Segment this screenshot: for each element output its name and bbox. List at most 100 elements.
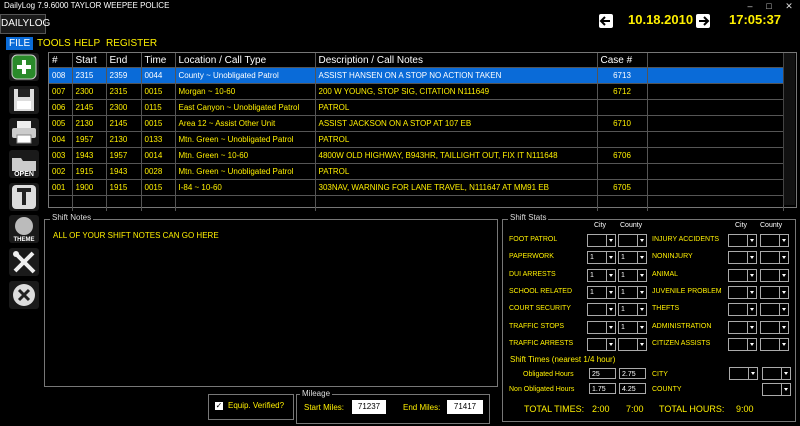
col-case-header[interactable]: Case # (597, 53, 648, 68)
text-button[interactable] (9, 183, 39, 211)
log-cell-time: 0015 (141, 179, 176, 196)
app-tab[interactable]: DAILYLOG (0, 14, 50, 34)
save-button[interactable] (9, 86, 39, 114)
col-end-header[interactable]: End (106, 53, 142, 68)
col-number-header[interactable]: # (49, 53, 73, 68)
stat-city-select[interactable] (728, 268, 757, 282)
log-row[interactable]: 006 2145 2300 0115 East Canyon ~ Unobligated… (49, 99, 784, 116)
stat-city-select[interactable] (587, 303, 616, 317)
stat-county-select[interactable]: 1 (618, 251, 647, 265)
stat-county-select[interactable] (760, 234, 789, 247)
stat-city-select[interactable] (587, 234, 616, 247)
log-table: # Start End Time Location / Call Type De… (49, 53, 784, 211)
obligated-city-input[interactable]: 25 (589, 368, 616, 379)
end-miles-input[interactable]: 71417 (447, 400, 483, 414)
stat-city-select-value (588, 341, 590, 348)
log-cell-num: 007 (49, 83, 73, 100)
equip-verified-checkbox[interactable]: ✓ (215, 402, 223, 410)
prev-date-button[interactable] (599, 14, 613, 28)
stat-city-select-value (729, 306, 731, 313)
col-start-header[interactable]: Start (72, 53, 107, 68)
log-row[interactable]: 004 1957 2130 0133 Mtn. Green ~ Unobligated … (49, 131, 784, 148)
stat-city-select[interactable] (728, 251, 757, 265)
tools-button[interactable] (9, 248, 39, 276)
nonobligated-county-input[interactable]: 4.25 (619, 383, 646, 394)
log-cell-filler (647, 67, 784, 84)
stat-county-select[interactable] (760, 251, 789, 265)
stat-city-select-value (729, 289, 731, 296)
stat-county-select[interactable]: 1 (618, 303, 647, 317)
stat-city-select-value (729, 324, 731, 331)
col-filler-header (647, 53, 784, 68)
stat-city-select[interactable]: 1 (587, 251, 616, 265)
end-miles-label: End Miles: (403, 403, 441, 412)
stat-city-select[interactable] (728, 320, 757, 334)
stat-city-select[interactable] (728, 303, 757, 317)
arrow-right-icon (699, 16, 710, 26)
log-cell-location: Area 12 ~ Assist Other Unit (175, 115, 316, 132)
shift-stats-label: Shift Stats (508, 213, 549, 222)
menu-register[interactable]: REGISTER (103, 37, 160, 50)
city-county-select[interactable] (762, 367, 791, 380)
stat-city-select[interactable] (728, 337, 757, 351)
open-button[interactable]: OPEN (9, 150, 39, 178)
menu-tools[interactable]: TOOLS (34, 37, 74, 50)
stat-county-select[interactable]: 1 (618, 285, 647, 299)
stat-label-left: DUI ARRESTS (509, 270, 556, 278)
stat-city-select[interactable] (587, 337, 616, 351)
stat-county-select-value (619, 341, 621, 348)
stat-county-select-value (619, 237, 621, 244)
add-entry-button[interactable] (9, 53, 39, 81)
log-cell-location: Mtn. Green ~ Unobligated Patrol (175, 163, 316, 180)
stat-city-select-value (588, 324, 590, 331)
stat-county-select[interactable] (618, 234, 647, 247)
menu-file[interactable]: FILE (6, 37, 34, 50)
stat-city-select[interactable] (587, 320, 616, 334)
log-row[interactable]: 008 2315 2359 0044 County ~ Unobligated Patr… (49, 67, 784, 84)
stat-city-select[interactable]: 1 (587, 268, 616, 282)
log-row[interactable]: 003 1943 1957 0014 Mtn. Green ~ 10-60 4800W O… (49, 147, 784, 164)
obligated-county-input[interactable]: 2.75 (619, 368, 646, 379)
stat-city-select-value (729, 272, 731, 279)
log-cell-time: 0028 (141, 163, 176, 180)
stat-county-select[interactable]: 1 (618, 268, 647, 282)
stat-county-select[interactable] (760, 320, 789, 334)
log-row[interactable]: 005 2130 2145 0015 Area 12 ~ Assist Other Un… (49, 115, 784, 132)
stat-city-select[interactable] (728, 285, 757, 299)
log-scrollbar[interactable] (783, 53, 795, 205)
stat-county-select[interactable] (760, 268, 789, 282)
theme-label: THEME (14, 237, 35, 243)
log-cell-location: County ~ Unobligated Patrol (175, 67, 316, 84)
current-time: 17:05:37 (729, 12, 782, 27)
stat-county-select[interactable]: 1 (618, 320, 647, 334)
col-time-header[interactable]: Time (141, 53, 176, 68)
log-cell-empty (106, 195, 142, 211)
stat-county-select[interactable] (760, 285, 789, 299)
city-select[interactable] (729, 367, 758, 380)
log-cell-description: PATROL (315, 131, 598, 148)
stat-county-select[interactable] (760, 337, 789, 351)
nonobligated-city-input[interactable]: 1.75 (589, 383, 616, 394)
next-date-button[interactable] (696, 14, 710, 28)
county-select[interactable] (762, 383, 791, 396)
print-button[interactable] (9, 118, 39, 146)
stat-city-select[interactable] (728, 234, 757, 247)
total-hours-label: TOTAL HOURS: (659, 404, 725, 414)
theme-button[interactable]: THEME (9, 215, 39, 243)
stat-city-select[interactable]: 1 (587, 285, 616, 299)
shift-notes-text[interactable]: ALL OF YOUR SHIFT NOTES CAN GO HERE (53, 231, 219, 240)
start-miles-input[interactable]: 71237 (352, 400, 386, 414)
col-location-header[interactable]: Location / Call Type (175, 53, 316, 68)
col-description-header[interactable]: Description / Call Notes (315, 53, 598, 68)
log-row[interactable]: 002 1915 1943 0028 Mtn. Green ~ Unobligated … (49, 163, 784, 180)
menu-help[interactable]: HELP (71, 37, 103, 50)
log-row[interactable]: 007 2300 2315 0015 Morgan ~ 10-60 200 W YOUNG… (49, 83, 784, 100)
left-city-header: City (594, 222, 607, 229)
stat-county-select[interactable] (760, 303, 789, 317)
exit-button[interactable] (9, 281, 39, 309)
log-row[interactable]: 001 1900 1915 0015 I-84 ~ 10-60 303NAV, WARNI… (49, 179, 784, 196)
stat-county-select[interactable] (618, 337, 647, 351)
close-window-button[interactable]: ✕ (780, 0, 798, 13)
stat-county-select-value (761, 272, 763, 279)
close-icon (13, 284, 35, 306)
